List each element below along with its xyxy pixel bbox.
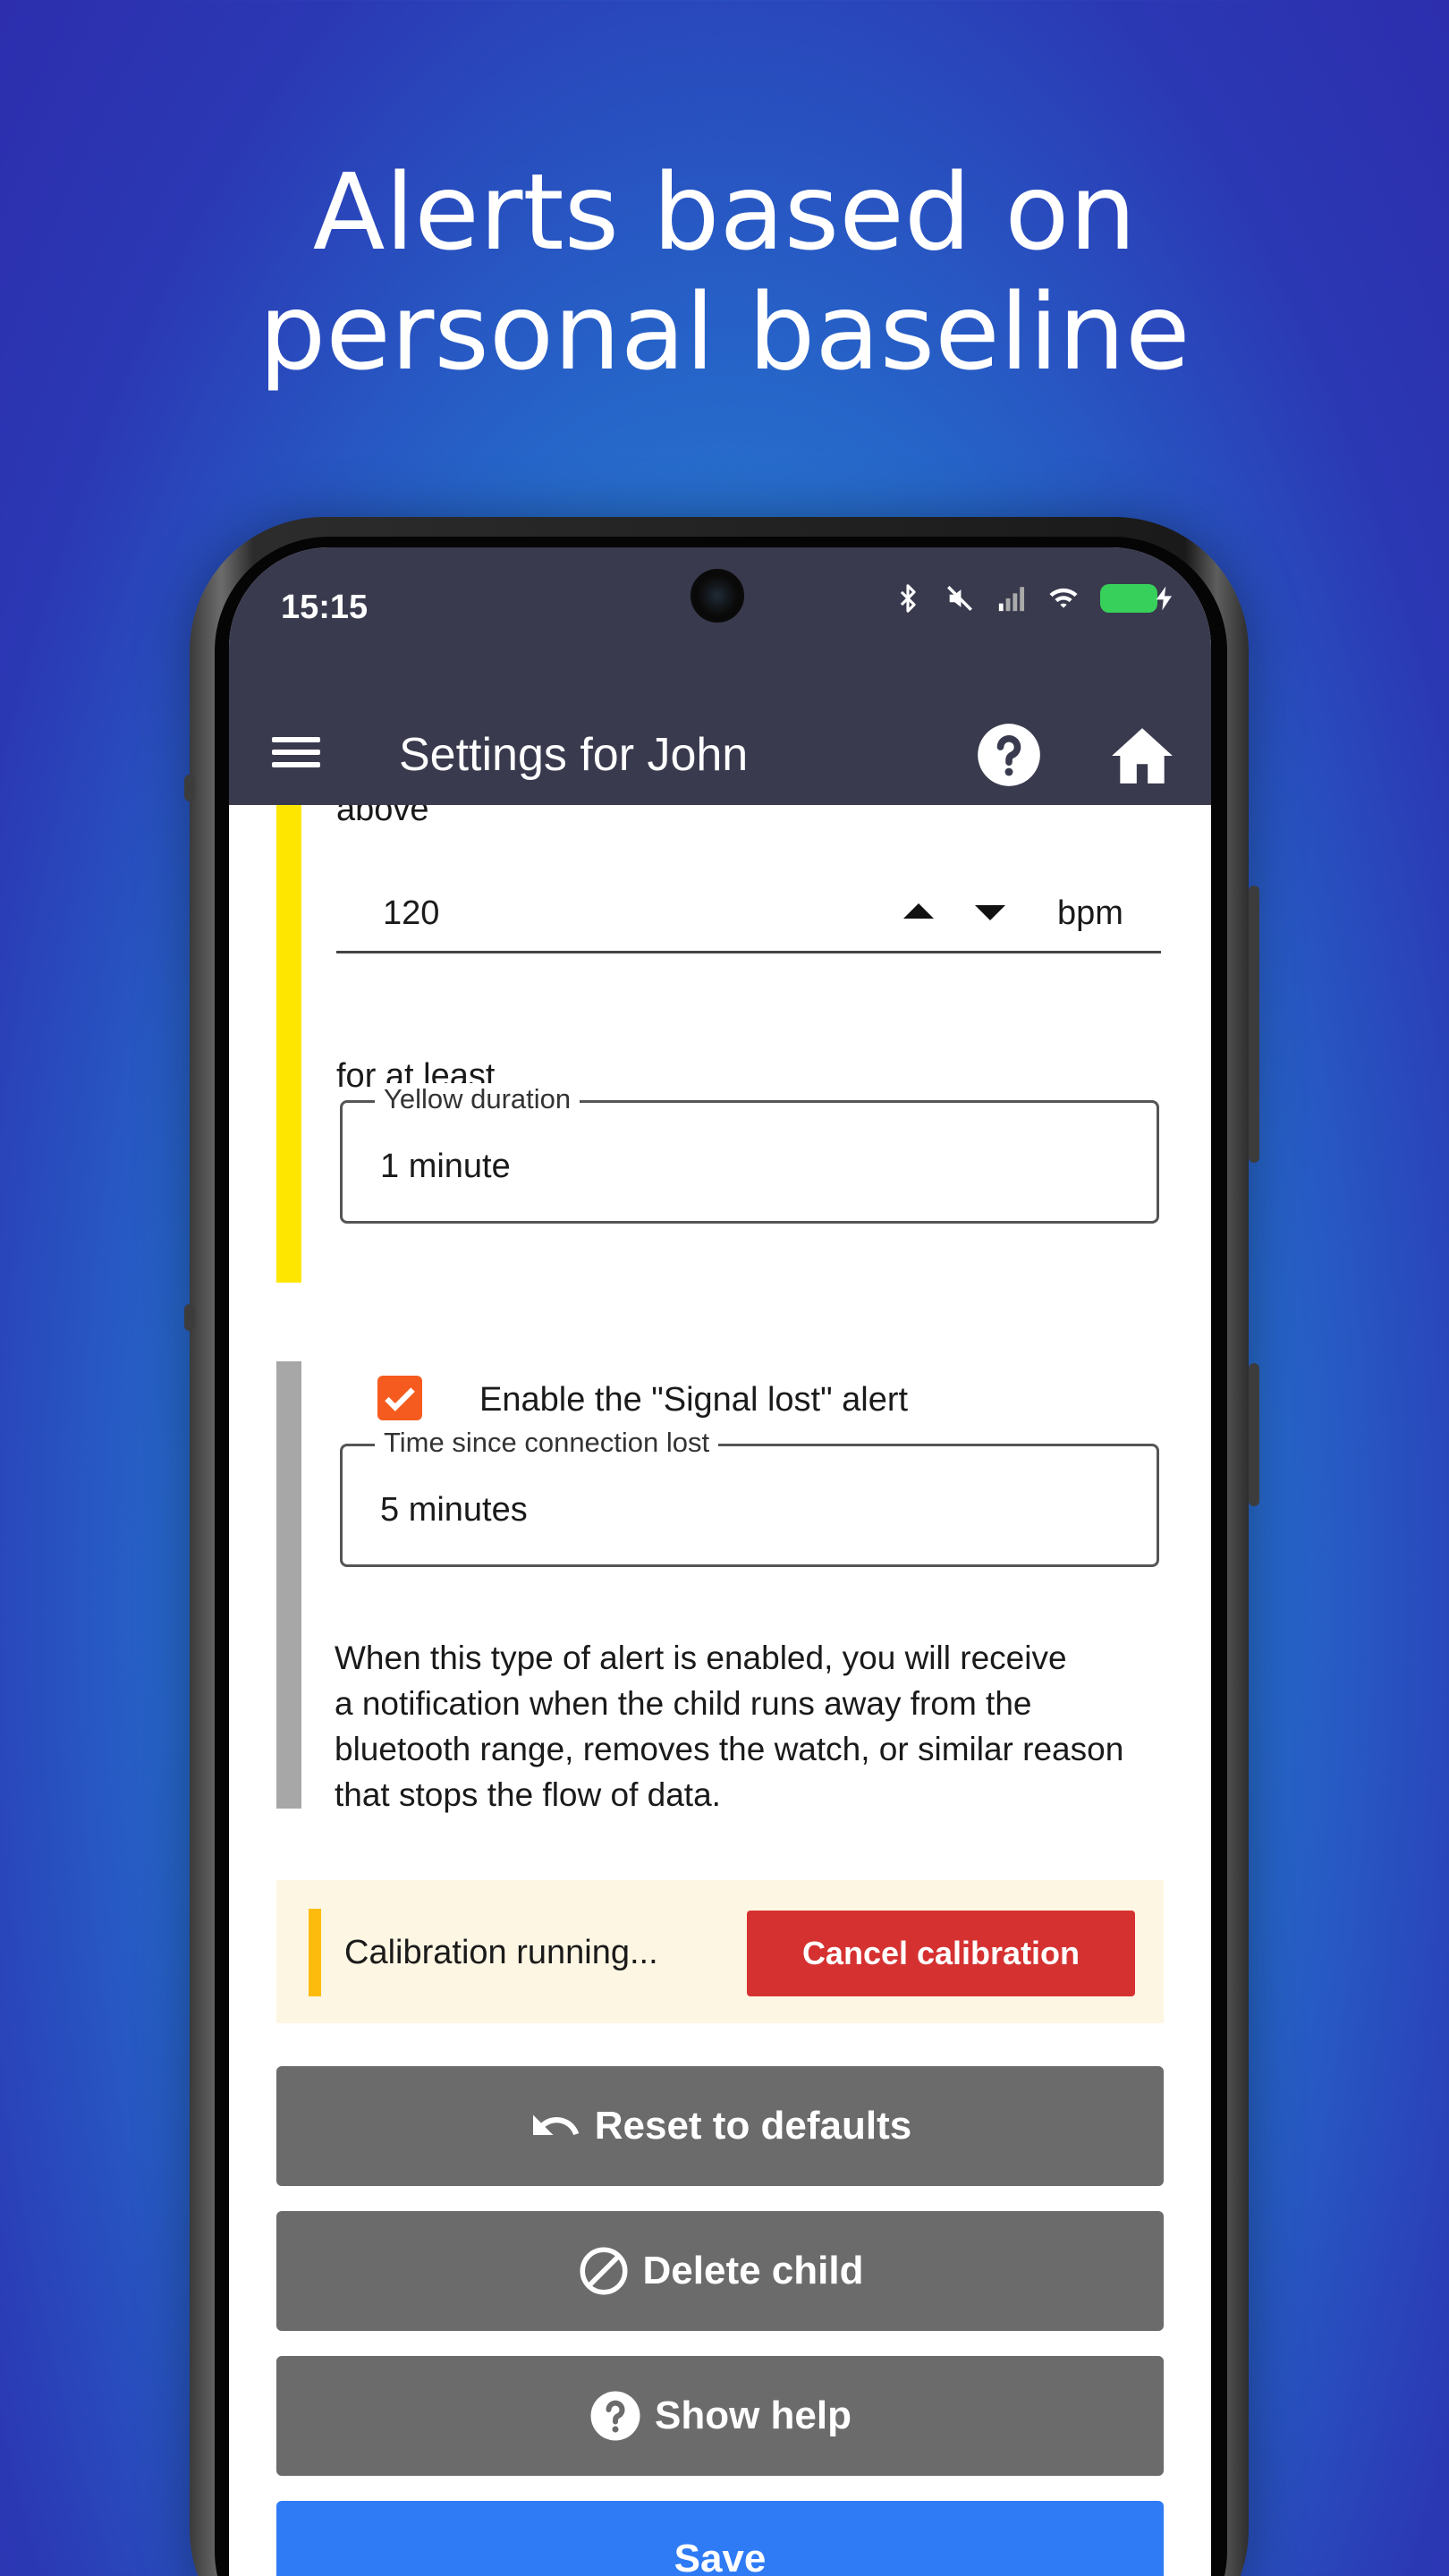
heart-rate-value[interactable]: 120	[383, 894, 439, 933]
battery-charging-icon	[1100, 584, 1172, 613]
help-circle-icon	[590, 2391, 640, 2441]
reset-defaults-label: Reset to defaults	[594, 2104, 912, 2148]
status-icons	[893, 583, 1172, 614]
above-label: above	[336, 805, 429, 828]
connection-lost-select[interactable]: Time since connection lost 5 minutes	[340, 1427, 1159, 1567]
settings-content: above 120 bpm for at least Yellow durati…	[229, 805, 1211, 2576]
help-icon[interactable]	[975, 721, 1043, 789]
app-bar-title: Settings for John	[399, 729, 749, 781]
front-camera	[691, 569, 744, 623]
headline: Alerts based on personal baseline	[0, 152, 1449, 392]
yellow-duration-select[interactable]: Yellow duration 1 minute	[340, 1083, 1159, 1224]
yellow-duration-value: 1 minute	[380, 1148, 511, 1185]
heart-rate-unit: bpm	[1057, 894, 1123, 932]
block-icon	[580, 2247, 628, 2295]
bluetooth-icon	[900, 584, 916, 613]
cancel-calibration-button[interactable]: Cancel calibration	[747, 1911, 1135, 1996]
reset-defaults-button[interactable]: Reset to defaults	[276, 2066, 1164, 2186]
side-button-left-1	[184, 775, 195, 801]
description-line-4: that stops the flow of data.	[335, 1776, 721, 1813]
description-line-3: bluetooth range, removes the watch, or s…	[335, 1731, 1124, 1767]
show-help-button[interactable]: Show help	[276, 2356, 1164, 2476]
calibration-status: Calibration running...	[344, 1934, 658, 1971]
save-button[interactable]: Save	[276, 2501, 1164, 2576]
delete-child-label: Delete child	[642, 2249, 864, 2292]
undo-icon	[532, 2114, 579, 2135]
connection-lost-value: 5 minutes	[380, 1491, 528, 1529]
signal-lost-checkbox-label[interactable]: Enable the "Signal lost" alert	[479, 1381, 908, 1419]
connection-lost-legend: Time since connection lost	[375, 1427, 719, 1459]
yellow-duration-legend: Yellow duration	[375, 1083, 580, 1115]
show-help-label: Show help	[655, 2394, 852, 2437]
description-line-2: a notification when the child runs away …	[335, 1685, 1032, 1722]
headline-line-2: personal baseline	[258, 270, 1191, 394]
calibration-accent	[309, 1909, 321, 1996]
wifi-icon	[1049, 588, 1078, 608]
headline-line-1: Alerts based on	[312, 150, 1137, 274]
phone-screen: 15:15 Settings for John above 120 bpm fo…	[229, 547, 1211, 2576]
home-icon[interactable]	[1107, 723, 1177, 789]
status-time: 15:15	[281, 589, 369, 626]
increment-arrow-icon[interactable]	[903, 903, 934, 919]
decrement-arrow-icon[interactable]	[975, 905, 1005, 920]
calibration-banner: Calibration running... Cancel calibratio…	[276, 1880, 1164, 2023]
yellow-alert-accent	[276, 805, 301, 1283]
menu-icon[interactable]	[270, 730, 322, 782]
signal-lost-accent	[276, 1361, 301, 1809]
status-bar: 15:15	[229, 547, 1211, 707]
description-line-1: When this type of alert is enabled, you …	[335, 1640, 1067, 1676]
side-button-left-2	[184, 1304, 195, 1331]
signal-icon	[998, 587, 1025, 612]
side-button-power	[1249, 886, 1259, 1163]
delete-child-button[interactable]: Delete child	[276, 2211, 1164, 2331]
checkmark-icon	[385, 1387, 415, 1411]
heart-rate-stepper[interactable]: 120 bpm	[336, 860, 1161, 953]
mute-icon	[947, 586, 972, 611]
signal-lost-description: When this type of alert is enabled, you …	[335, 1635, 1193, 1818]
app-bar: Settings for John	[229, 707, 1211, 805]
signal-lost-checkbox[interactable]	[377, 1376, 422, 1420]
side-button-volume	[1249, 1363, 1259, 1506]
